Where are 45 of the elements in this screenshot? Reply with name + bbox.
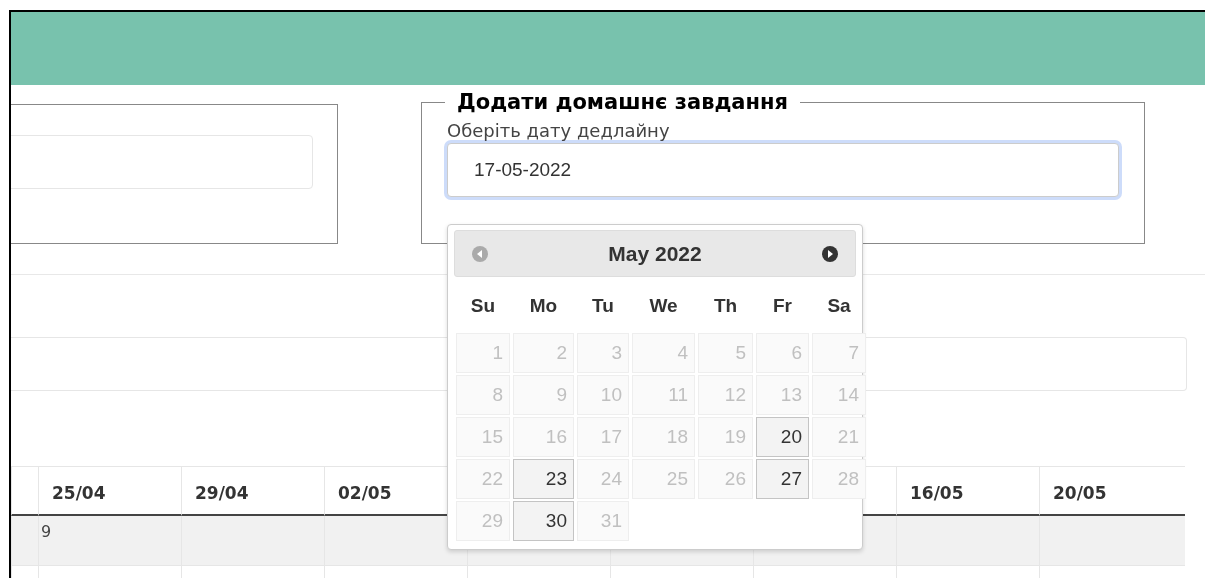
day-cell[interactable]: 27 [756, 459, 809, 499]
day-cell: 17 [577, 417, 629, 457]
day-cell: 5 [698, 333, 753, 373]
day-cell: 12 [698, 375, 753, 415]
weekday-label: Tu [591, 294, 615, 318]
field-label: Оберіть дату дедлайну [447, 120, 671, 141]
day-cell: 22 [456, 459, 510, 499]
day-cell: 16 [513, 417, 574, 457]
day-cell: 4 [632, 333, 695, 373]
day-cell: 28 [812, 459, 866, 499]
day-cell: 8 [456, 375, 510, 415]
day-cell: 3 [577, 333, 629, 373]
weekday-label: Su [469, 294, 497, 318]
day-cell: 1 [456, 333, 510, 373]
day-cell: 6 [756, 333, 809, 373]
weekday-label: We [648, 294, 679, 318]
month-title: May 2022 [608, 241, 702, 266]
input-field[interactable] [11, 135, 313, 189]
day-cell: 2 [513, 333, 574, 373]
day-cell: 14 [812, 375, 866, 415]
day-cell[interactable]: 30 [513, 501, 574, 541]
table-cell: 9 [38, 516, 181, 566]
weekday-label: Fr [772, 294, 793, 318]
next-month-icon[interactable] [821, 244, 839, 263]
day-cell: 9 [513, 375, 574, 415]
day-cell[interactable]: 23 [513, 459, 574, 499]
day-cell: 29 [456, 501, 510, 541]
day-cell: 25 [632, 459, 695, 499]
day-cell: 11 [632, 375, 695, 415]
day-cell: 26 [698, 459, 753, 499]
day-cell: 21 [812, 417, 866, 457]
day-cell: 10 [577, 375, 629, 415]
day-cell: 7 [812, 333, 866, 373]
day-cell: 13 [756, 375, 809, 415]
weekday-label: Sa [826, 294, 852, 318]
day-cell: 24 [577, 459, 629, 499]
form-title: Додати домашнє завдання [456, 90, 790, 114]
weekday-label: Mo [528, 294, 559, 318]
day-cell: 19 [698, 417, 753, 457]
date-input[interactable]: 17-05-2022 [447, 143, 1119, 197]
weekday-label: Th [712, 294, 739, 318]
day-cell: 18 [632, 417, 695, 457]
day-cell: 31 [577, 501, 629, 541]
day-cell[interactable]: 20 [756, 417, 809, 457]
day-cell: 15 [456, 417, 510, 457]
